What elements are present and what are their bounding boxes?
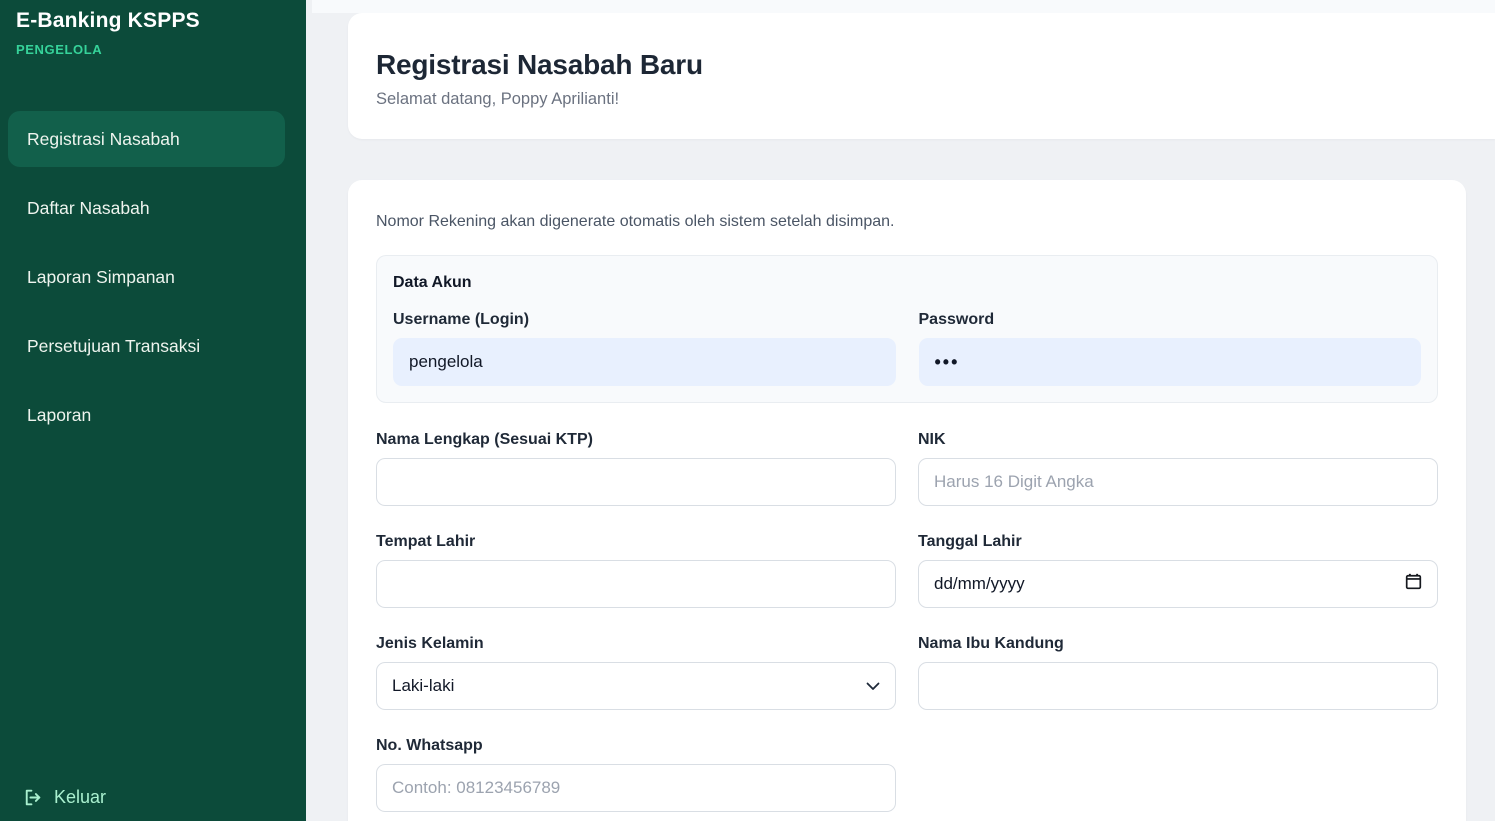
- gender-field-group: Jenis Kelamin Laki-laki: [376, 634, 896, 710]
- mother-name-label: Nama Ibu Kandung: [918, 634, 1438, 653]
- account-section-title: Data Akun: [393, 274, 1421, 292]
- birth-place-input[interactable]: [376, 560, 896, 608]
- full-name-label: Nama Lengkap (Sesuai KTP): [376, 430, 896, 449]
- sidebar-item-label: Laporan Simpanan: [27, 267, 175, 287]
- logout-button[interactable]: Keluar: [0, 787, 306, 821]
- app-window: E-Banking KSPPS PENGELOLA Registrasi Nas…: [0, 0, 1495, 821]
- logout-label: Keluar: [54, 787, 106, 808]
- sidebar-item-label: Persetujuan Transaksi: [27, 336, 200, 356]
- full-name-field-group: Nama Lengkap (Sesuai KTP): [376, 430, 896, 506]
- brand-title: E-Banking KSPPS: [16, 9, 290, 33]
- brand-role-badge: PENGELOLA: [16, 42, 290, 57]
- sidebar-item-persetujuan-transaksi[interactable]: Persetujuan Transaksi: [8, 318, 285, 374]
- sidebar-item-label: Registrasi Nasabah: [27, 129, 180, 149]
- birth-place-label: Tempat Lahir: [376, 532, 896, 551]
- sidebar-nav: Registrasi Nasabah Daftar Nasabah Lapora…: [0, 111, 306, 456]
- sidebar-item-laporan-simpanan[interactable]: Laporan Simpanan: [8, 249, 285, 305]
- birth-date-input[interactable]: dd/mm/yyyy: [918, 560, 1438, 608]
- password-label: Password: [919, 310, 1422, 329]
- account-number-note: Nomor Rekening akan digenerate otomatis …: [376, 213, 1438, 231]
- sidebar: E-Banking KSPPS PENGELOLA Registrasi Nas…: [0, 0, 306, 821]
- page-header-card: Registrasi Nasabah Baru Selamat datang, …: [348, 13, 1495, 139]
- sidebar-item-label: Laporan: [27, 405, 91, 425]
- password-input[interactable]: [919, 338, 1422, 386]
- account-data-section: Data Akun Username (Login) Password: [376, 255, 1438, 403]
- birth-place-field-group: Tempat Lahir: [376, 532, 896, 608]
- sidebar-item-registrasi-nasabah[interactable]: Registrasi Nasabah: [8, 111, 285, 167]
- brand: E-Banking KSPPS PENGELOLA: [0, 0, 306, 57]
- logout-icon: [22, 787, 43, 808]
- mother-name-input[interactable]: [918, 662, 1438, 710]
- birth-date-field-group: Tanggal Lahir dd/mm/yyyy: [918, 532, 1438, 608]
- username-input[interactable]: [393, 338, 896, 386]
- top-strip: [312, 0, 1495, 13]
- full-name-input[interactable]: [376, 458, 896, 506]
- nik-label: NIK: [918, 430, 1438, 449]
- page-title: Registrasi Nasabah Baru: [376, 49, 1467, 81]
- gender-select[interactable]: Laki-laki: [376, 662, 896, 710]
- birth-date-value: dd/mm/yyyy: [934, 574, 1025, 594]
- sidebar-item-daftar-nasabah[interactable]: Daftar Nasabah: [8, 180, 285, 236]
- password-field-group: Password: [919, 310, 1422, 386]
- registration-form-card: Nomor Rekening akan digenerate otomatis …: [348, 180, 1466, 821]
- whatsapp-field-group: No. Whatsapp: [376, 736, 896, 812]
- sidebar-item-label: Daftar Nasabah: [27, 198, 150, 218]
- username-label: Username (Login): [393, 310, 896, 329]
- mother-name-field-group: Nama Ibu Kandung: [918, 634, 1438, 710]
- calendar-icon[interactable]: [1405, 573, 1422, 595]
- birth-date-label: Tanggal Lahir: [918, 532, 1438, 551]
- whatsapp-input[interactable]: [376, 764, 896, 812]
- sidebar-item-laporan[interactable]: Laporan: [8, 387, 285, 443]
- gender-label: Jenis Kelamin: [376, 634, 896, 653]
- main-content: Registrasi Nasabah Baru Selamat datang, …: [306, 0, 1495, 821]
- welcome-message: Selamat datang, Poppy Aprilianti!: [376, 90, 1467, 109]
- whatsapp-label: No. Whatsapp: [376, 736, 896, 755]
- username-field-group: Username (Login): [393, 310, 896, 386]
- personal-data-fields: Nama Lengkap (Sesuai KTP) NIK Tempat Lah…: [376, 430, 1438, 821]
- gender-selected-value: Laki-laki: [392, 676, 454, 696]
- nik-input[interactable]: [918, 458, 1438, 506]
- chevron-down-icon: [866, 676, 880, 696]
- nik-field-group: NIK: [918, 430, 1438, 506]
